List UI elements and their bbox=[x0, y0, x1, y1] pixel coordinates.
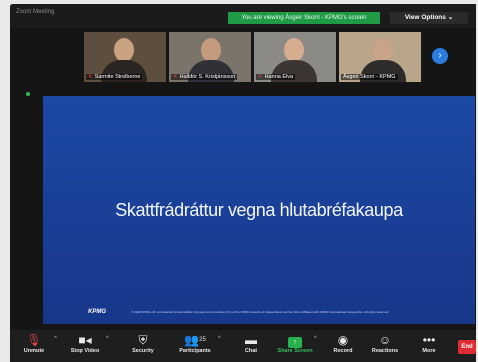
participant-tile[interactable]: ✕ Sarmite Strelberne bbox=[84, 32, 166, 82]
chevron-up-icon[interactable]: ^ bbox=[54, 336, 57, 342]
participants-count: 25 bbox=[199, 337, 206, 343]
kpmg-logo: KPMG bbox=[88, 309, 106, 315]
participant-name-label: ✕ Hanna Elva bbox=[256, 74, 296, 80]
share-screen-icon: ↑ bbox=[272, 330, 318, 348]
participant-name-label: ✕ Sarmite Strelberne bbox=[86, 74, 143, 80]
participant-tile[interactable]: ✕ Hanna Elva bbox=[254, 32, 336, 82]
shared-screen: Skattfrádráttur vegna hlutabréfakaupa KP… bbox=[43, 96, 475, 324]
participant-tile[interactable]: ✕ Halldór S. Kristjánsson bbox=[169, 32, 251, 82]
share-screen-label: Share Screen bbox=[277, 348, 313, 354]
security-button[interactable]: ⛨ Security bbox=[120, 330, 166, 362]
view-options-button[interactable]: View Options ⌄ bbox=[390, 12, 468, 24]
chat-button[interactable]: ▬ Chat bbox=[228, 330, 274, 362]
meeting-toolbar: 🎙 Unmute ^ ■◂ Stop Video ^ ⛨ Security 👥2… bbox=[10, 330, 476, 362]
reactions-label: Reactions bbox=[371, 348, 399, 354]
slide-title: Skattfrádráttur vegna hlutabréfakaupa bbox=[115, 200, 403, 220]
participant-tile[interactable]: Ásgeir Skorri - KPMG bbox=[339, 32, 421, 82]
shield-icon: ⛨ bbox=[138, 333, 148, 347]
participant-name-label: Ásgeir Skorri - KPMG bbox=[341, 74, 398, 80]
record-icon: ◉ bbox=[337, 333, 349, 347]
status-dot-icon bbox=[26, 92, 30, 96]
record-button[interactable]: ◉ Record bbox=[320, 330, 366, 362]
muted-mic-icon: 🎙 bbox=[26, 333, 42, 347]
participant-head bbox=[284, 38, 304, 62]
security-label: Security bbox=[132, 348, 154, 354]
end-meeting-button[interactable]: End bbox=[458, 340, 476, 354]
participants-button[interactable]: 👥25 Participants bbox=[172, 330, 218, 362]
participant-head bbox=[373, 38, 393, 62]
muted-mic-icon: ✕ bbox=[258, 74, 263, 80]
chat-label: Chat bbox=[244, 348, 258, 354]
participant-name: Sarmite Strelberne bbox=[94, 74, 141, 80]
zoom-window: Zoom Meeting You are viewing Ásgeir Skor… bbox=[10, 4, 476, 362]
screen-share-banner: You are viewing Ásgeir Skorri - KPMG's s… bbox=[228, 12, 380, 24]
participant-name: Halldór S. Kristjánsson bbox=[179, 74, 236, 80]
participant-name: Hanna Elva bbox=[264, 74, 294, 80]
participant-name: Ásgeir Skorri - KPMG bbox=[343, 74, 396, 80]
smiley-icon: ☺ bbox=[378, 333, 392, 347]
participant-head bbox=[201, 38, 221, 62]
chevron-up-icon[interactable]: ^ bbox=[314, 336, 317, 342]
share-screen-button[interactable]: ↑ Share Screen bbox=[272, 330, 318, 362]
stop-video-label: Stop Video bbox=[70, 348, 100, 354]
more-dots-icon: ••• bbox=[422, 333, 436, 347]
unmute-button[interactable]: 🎙 Unmute bbox=[14, 330, 54, 362]
record-label: Record bbox=[333, 348, 353, 354]
chevron-up-icon[interactable]: ^ bbox=[218, 336, 221, 342]
muted-mic-icon: ✕ bbox=[88, 74, 93, 80]
participant-name-label: ✕ Halldór S. Kristjánsson bbox=[171, 74, 238, 80]
stop-video-button[interactable]: ■◂ Stop Video bbox=[62, 330, 108, 362]
participants-label: Participants bbox=[179, 348, 211, 354]
more-button[interactable]: ••• More bbox=[406, 330, 452, 362]
participants-icon: 👥25 bbox=[184, 333, 206, 347]
reactions-button[interactable]: ☺ Reactions bbox=[362, 330, 408, 362]
more-label: More bbox=[422, 348, 436, 354]
muted-mic-icon: ✕ bbox=[173, 74, 178, 80]
app-title: Zoom Meeting bbox=[16, 9, 55, 15]
unmute-label: Unmute bbox=[23, 348, 45, 354]
chevron-right-icon[interactable]: › bbox=[432, 48, 448, 64]
slide-footer-text: © 2020 KPMG ehf. an Icelandic limited li… bbox=[131, 310, 390, 314]
title-bar: Zoom Meeting You are viewing Ásgeir Skor… bbox=[10, 4, 476, 28]
chevron-up-icon[interactable]: ^ bbox=[106, 336, 109, 342]
participant-head bbox=[114, 38, 134, 62]
chat-icon: ▬ bbox=[245, 333, 257, 347]
video-camera-icon: ■◂ bbox=[78, 333, 92, 347]
